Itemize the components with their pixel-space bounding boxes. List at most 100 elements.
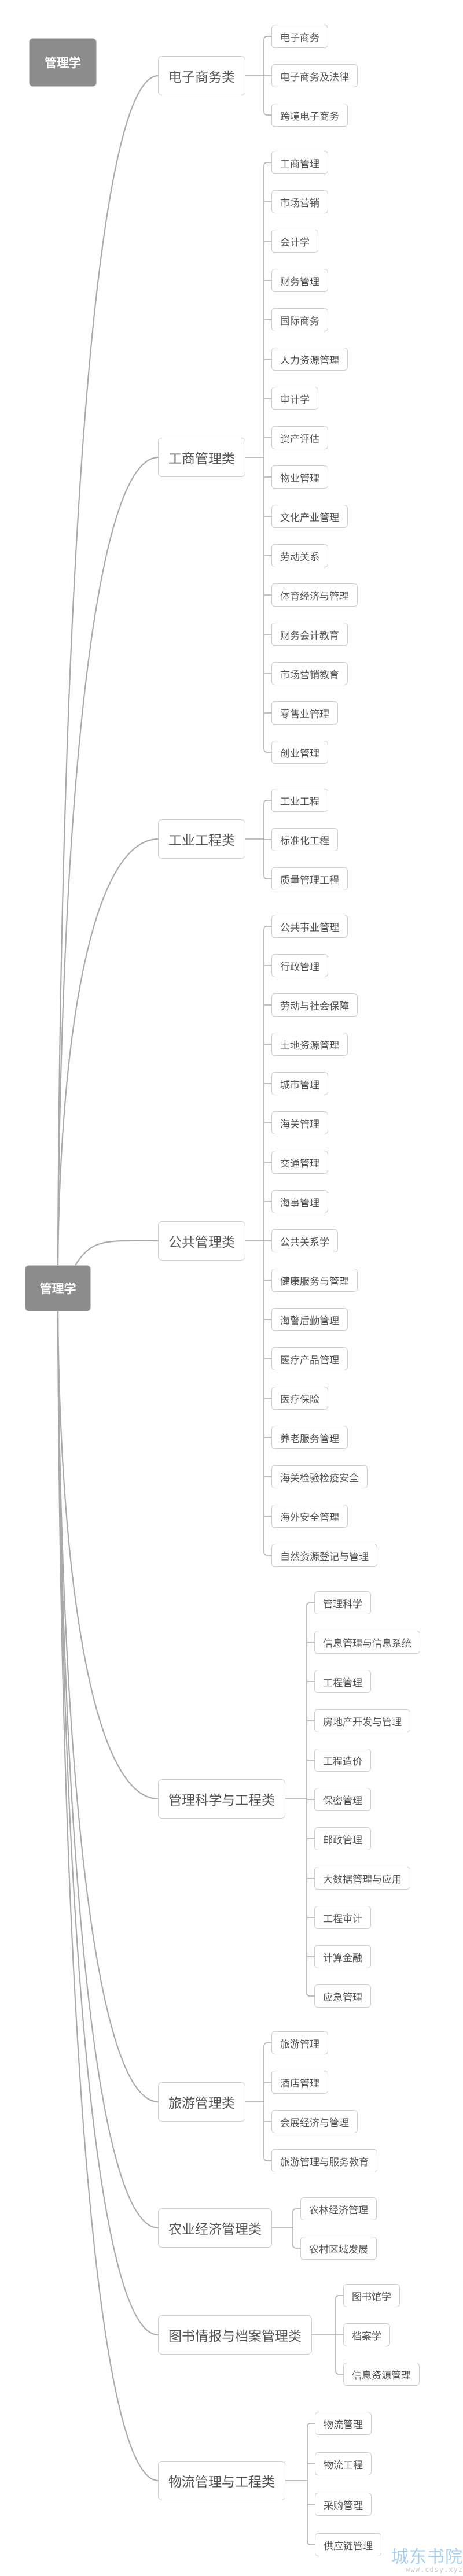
major-node[interactable]: 跨境电子商务 — [271, 104, 348, 127]
bracket-line — [335, 2335, 343, 2375]
root-to-category-line — [57, 838, 159, 1266]
major-node[interactable]: 资产评估 — [271, 426, 328, 449]
bracket-line — [263, 162, 271, 457]
major-node[interactable]: 财务管理 — [271, 269, 328, 292]
category-node[interactable]: 管理科学与工程类 — [158, 1779, 285, 1819]
major-node[interactable]: 信息管理与信息系统 — [314, 1631, 420, 1654]
major-node[interactable]: 物流工程 — [315, 2452, 372, 2475]
major-node[interactable]: 劳动与社会保障 — [271, 993, 358, 1017]
major-node[interactable]: 农村区域发展 — [300, 2237, 377, 2260]
major-node[interactable]: 图书馆学 — [343, 2284, 400, 2307]
major-node[interactable]: 房地产开发与管理 — [314, 1709, 410, 1732]
major-node[interactable]: 交通管理 — [271, 1151, 328, 1174]
major-node[interactable]: 土地资源管理 — [271, 1033, 348, 1056]
major-node[interactable]: 酒店管理 — [271, 2071, 328, 2094]
major-node[interactable]: 工商管理 — [271, 151, 328, 174]
bracket-line — [263, 2042, 271, 2102]
major-node[interactable]: 医疗保险 — [271, 1387, 328, 1410]
category-node[interactable]: 物流管理与工程类 — [158, 2461, 285, 2500]
bracket-line — [306, 1602, 314, 1799]
category-node[interactable]: 工商管理类 — [158, 438, 245, 477]
major-node[interactable]: 应急管理 — [314, 1984, 371, 2008]
major-node[interactable]: 信息资源管理 — [343, 2363, 420, 2386]
bracket-line — [335, 2295, 343, 2335]
bracket-line — [307, 2481, 315, 2545]
bracket-line — [263, 76, 271, 116]
major-node[interactable]: 健康服务与管理 — [271, 1269, 358, 1292]
major-node[interactable]: 管理科学 — [314, 1591, 371, 1614]
major-node[interactable]: 市场营销教育 — [271, 662, 348, 685]
major-node[interactable]: 海事管理 — [271, 1190, 328, 1213]
major-node[interactable]: 标准化工程 — [271, 828, 338, 851]
major-node[interactable]: 人力资源管理 — [271, 348, 348, 371]
major-node[interactable]: 海关管理 — [271, 1111, 328, 1134]
major-node[interactable]: 采购管理 — [315, 2493, 372, 2516]
root-to-category-line — [57, 75, 159, 1266]
major-node[interactable]: 质量管理工程 — [271, 867, 348, 890]
major-node[interactable]: 医疗产品管理 — [271, 1347, 348, 1370]
major-node[interactable]: 计算金融 — [314, 1945, 371, 1968]
bracket-line — [263, 2102, 271, 2161]
major-node[interactable]: 物业管理 — [271, 465, 328, 489]
watermark-name: 城东书院 — [391, 2547, 463, 2567]
bracket-line — [306, 1799, 314, 1997]
category-node[interactable]: 农业经济管理类 — [158, 2208, 272, 2248]
major-node[interactable]: 城市管理 — [271, 1072, 328, 1095]
major-node[interactable]: 旅游管理与服务教育 — [271, 2149, 377, 2172]
major-node[interactable]: 供应链管理 — [315, 2533, 381, 2556]
bracket-line — [263, 36, 271, 76]
major-node[interactable]: 保密管理 — [314, 1788, 371, 1811]
major-node[interactable]: 会展经济与管理 — [271, 2110, 358, 2133]
major-node[interactable]: 海警后勤管理 — [271, 1308, 348, 1331]
major-node[interactable]: 养老服务管理 — [271, 1426, 348, 1449]
root-to-category-line — [57, 1311, 159, 2103]
major-node[interactable]: 工程审计 — [314, 1906, 371, 1929]
category-node[interactable]: 工业工程类 — [158, 819, 245, 859]
major-node[interactable]: 体育经济与管理 — [271, 583, 358, 607]
category-node[interactable]: 旅游管理类 — [158, 2082, 245, 2122]
major-node[interactable]: 海外安全管理 — [271, 1505, 348, 1528]
bracket-line — [263, 800, 271, 839]
major-node[interactable]: 行政管理 — [271, 954, 328, 977]
root-to-category-line — [75, 1240, 159, 1266]
bracket-line — [292, 2228, 300, 2249]
major-node[interactable]: 电子商务及法律 — [271, 64, 358, 87]
major-node[interactable]: 会计学 — [271, 230, 318, 253]
major-node[interactable]: 农林经济管理 — [300, 2197, 377, 2220]
major-node[interactable]: 市场营销 — [271, 190, 328, 213]
major-node[interactable]: 档案学 — [343, 2323, 390, 2346]
major-node[interactable]: 电子商务 — [271, 25, 328, 48]
major-node[interactable]: 国际商务 — [271, 308, 328, 331]
root-to-category-line — [57, 1311, 159, 1800]
major-node[interactable]: 自然资源登记与管理 — [271, 1544, 377, 1567]
category-node[interactable]: 图书情报与档案管理类 — [158, 2315, 312, 2355]
major-node[interactable]: 工程造价 — [314, 1749, 371, 1772]
title-node[interactable]: 管理学 — [29, 38, 97, 87]
watermark: 城东书院 www.cdsy.xyz — [391, 2547, 463, 2574]
major-node[interactable]: 物流管理 — [315, 2412, 372, 2435]
major-node[interactable]: 文化产业管理 — [271, 505, 348, 528]
major-node[interactable]: 工业工程 — [271, 789, 328, 812]
root-to-category-line — [57, 456, 159, 1266]
category-node[interactable]: 电子商务类 — [158, 56, 245, 95]
major-node[interactable]: 创业管理 — [271, 741, 328, 764]
major-node[interactable]: 工程管理 — [314, 1670, 371, 1693]
bracket-line — [307, 2423, 315, 2481]
major-node[interactable]: 零售业管理 — [271, 701, 338, 725]
major-node[interactable]: 大数据管理与应用 — [314, 1867, 410, 1890]
major-node[interactable]: 劳动关系 — [271, 544, 328, 567]
root-to-category-line — [57, 1311, 159, 2482]
bracket-line — [263, 457, 271, 753]
bracket-line — [263, 839, 271, 879]
major-node[interactable]: 公共关系学 — [271, 1229, 338, 1252]
root-node[interactable]: 管理学 — [25, 1265, 91, 1311]
bracket-line — [292, 2208, 300, 2228]
major-node[interactable]: 审计学 — [271, 387, 318, 410]
major-node[interactable]: 旅游管理 — [271, 2031, 328, 2054]
major-node[interactable]: 邮政管理 — [314, 1827, 371, 1850]
category-node[interactable]: 公共管理类 — [158, 1221, 245, 1261]
major-node[interactable]: 公共事业管理 — [271, 915, 348, 938]
root-to-category-line — [57, 1311, 159, 2229]
major-node[interactable]: 海关检验检疫安全 — [271, 1465, 368, 1488]
major-node[interactable]: 财务会计教育 — [271, 623, 348, 646]
